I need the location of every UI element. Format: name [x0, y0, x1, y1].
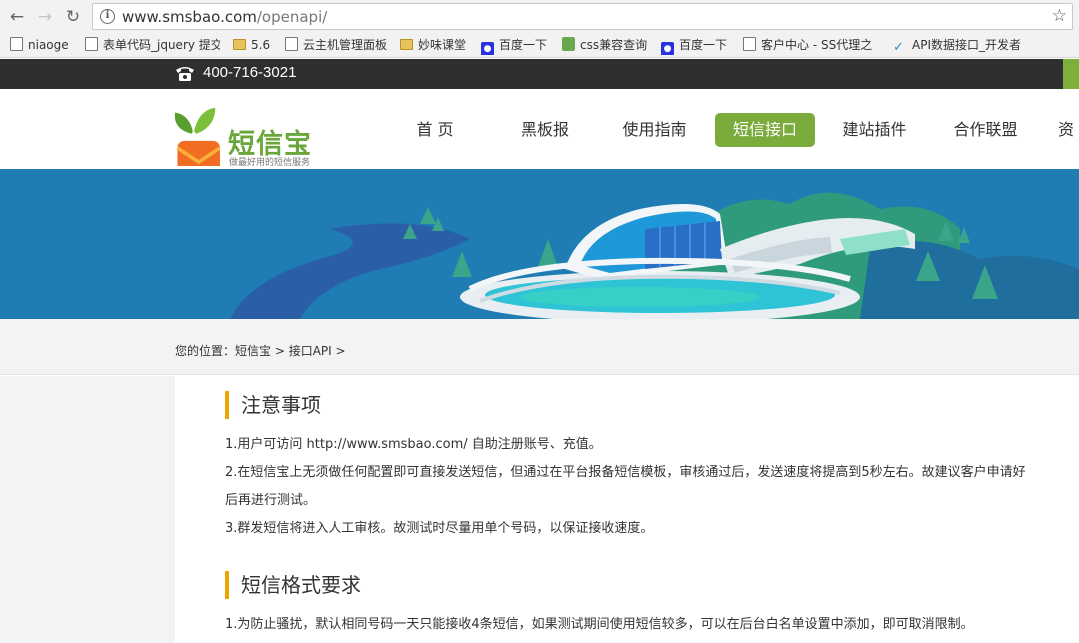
page-icon	[743, 37, 756, 51]
nav-plugins[interactable]: 建站插件	[837, 113, 912, 147]
page-icon	[10, 37, 23, 51]
note-line: 2.在短信宝上无须做任何配置即可直接发送短信，但通过在平台报备短信模板，审核通过…	[225, 465, 1026, 480]
baidu-paw-icon: ●	[661, 42, 674, 55]
section-title-format: 短信格式要求	[225, 571, 361, 599]
bookmark-item[interactable]: 云主机管理面板	[285, 36, 395, 55]
bookmark-item[interactable]: 妙味课堂	[400, 36, 475, 55]
bookmarks-bar: niaoge 表单代码_jquery 提交 5.6 云主机管理面板 妙味课堂 ●…	[0, 33, 1079, 58]
bookmark-item[interactable]: 5.6	[233, 36, 278, 55]
breadcrumb-bar: 您的位置：短信宝 > 接口API >	[0, 319, 1079, 375]
format-line: 1.为防止骚扰，默认相同号码一天只能接收4条短信，如果测试期间使用短信较多，可以…	[225, 617, 974, 632]
bookmark-label: API数据接口_开发者	[912, 38, 1021, 52]
site-info-icon[interactable]: i	[100, 9, 115, 24]
section-title-notes: 注意事项	[225, 391, 321, 419]
phone-icon	[176, 67, 194, 81]
bookmark-label: 百度一下	[679, 38, 728, 52]
nav-home[interactable]: 首 页	[405, 113, 465, 147]
bookmark-label: 5.6	[251, 38, 271, 52]
bookmark-label: 百度一下	[499, 38, 548, 52]
bookmark-item[interactable]: ✓ API数据接口_开发者	[893, 36, 1033, 55]
breadcrumb-separator: >	[331, 344, 346, 358]
nav-resources[interactable]: 资	[1058, 113, 1079, 147]
main-content: 注意事项 1.用户可访问 http://www.smsbao.com/ 自助注册…	[175, 376, 1079, 643]
forward-arrow-icon[interactable]: →	[34, 6, 56, 28]
bookmark-label: 客户中心 - SS代理之	[761, 38, 873, 52]
note-line: 3.群发短信将进入人工审核。故测试时尽量用单个号码，以保证接收速度。	[225, 521, 654, 536]
bookmark-item[interactable]: ● 百度一下	[661, 36, 736, 55]
browser-toolbar: ← → ↻ i www.smsbao.com/openapi/ ☆	[0, 0, 1079, 33]
folder-icon	[400, 39, 413, 50]
bookmark-label: 妙味课堂	[418, 38, 467, 52]
note-line: 后再进行测试。	[225, 493, 317, 508]
nav-partners[interactable]: 合作联盟	[948, 113, 1023, 147]
hotline-number: 400-716-3021	[203, 64, 297, 81]
bookmark-label: niaoge	[28, 38, 69, 52]
bookmark-item[interactable]: css兼容查询	[562, 36, 657, 55]
breadcrumb: 您的位置：短信宝 > 接口API >	[175, 342, 346, 359]
breadcrumb-link-home[interactable]: 短信宝	[235, 344, 271, 358]
address-bar[interactable]: i www.smsbao.com/openapi/ ☆	[92, 3, 1073, 30]
breadcrumb-prefix: 您的位置：	[175, 344, 236, 358]
logo-slogan: 做最好用的短信服务	[229, 158, 311, 168]
hero-banner	[0, 169, 1079, 319]
nav-sms-api[interactable]: 短信接口	[715, 113, 815, 147]
strip-green-tab[interactable]	[1063, 59, 1079, 89]
back-arrow-icon[interactable]: ←	[6, 6, 28, 28]
bookmark-label: css兼容查询	[580, 38, 648, 52]
url-host: www.smsbao.com	[122, 8, 257, 26]
page-icon	[285, 37, 298, 51]
breadcrumb-link-api[interactable]: 接口API	[289, 344, 332, 358]
baidu-paw-icon: ●	[481, 42, 494, 55]
nav-blackboard[interactable]: 黑板报	[515, 113, 575, 147]
page-icon	[85, 37, 98, 51]
url-path: /openapi/	[256, 8, 328, 26]
logo[interactable]: 短信宝 做最好用的短信服务	[166, 92, 316, 168]
folder-icon	[233, 39, 246, 50]
bookmark-item[interactable]: 表单代码_jquery 提交	[85, 36, 220, 55]
site-header: 短信宝 做最好用的短信服务 首 页 黑板报 使用指南 短信接口 建站插件 合作联…	[0, 89, 1079, 169]
nav-guide[interactable]: 使用指南	[617, 113, 692, 147]
reload-icon[interactable]: ↻	[62, 6, 84, 28]
bookmark-item[interactable]: 客户中心 - SS代理之	[743, 36, 883, 55]
left-gutter	[0, 376, 175, 643]
stadium-illustration	[0, 169, 1079, 319]
url-text[interactable]: www.smsbao.com/openapi/	[122, 8, 327, 26]
note-line: 1.用户可访问 http://www.smsbao.com/ 自助注册账号、充值…	[225, 437, 602, 452]
bookmark-label: 云主机管理面板	[303, 38, 388, 52]
site-top-strip: 400-716-3021	[0, 59, 1079, 89]
bookmark-item[interactable]: ● 百度一下	[481, 36, 556, 55]
bookmark-label: 表单代码_jquery 提交	[103, 38, 220, 52]
api-check-icon: ✓	[893, 40, 904, 55]
logo-mark-icon	[174, 107, 220, 166]
breadcrumb-separator: >	[271, 344, 289, 358]
bookmark-star-icon[interactable]: ☆	[1052, 6, 1067, 26]
css-icon	[562, 37, 575, 51]
bookmark-item[interactable]: niaoge	[10, 36, 80, 55]
